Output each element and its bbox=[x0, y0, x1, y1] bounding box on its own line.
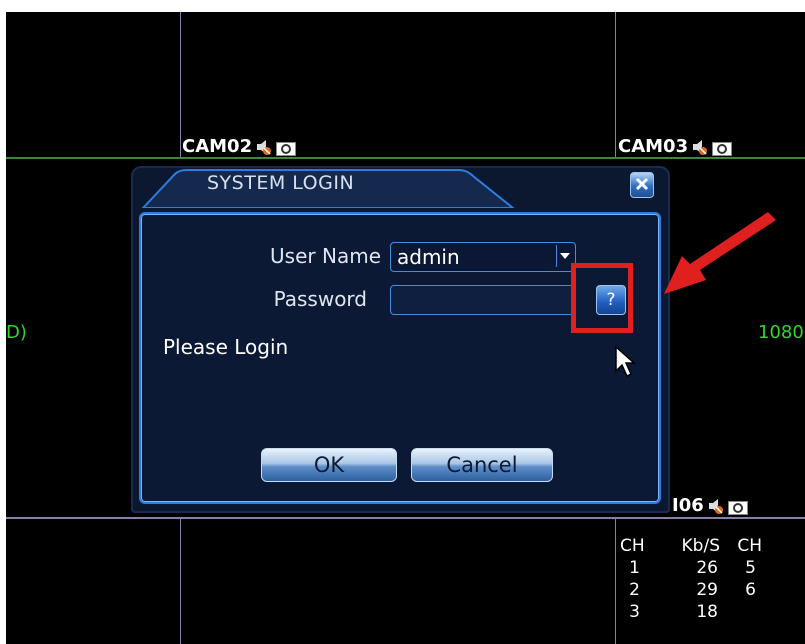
dialog-title: SYSTEM LOGIN bbox=[207, 172, 355, 194]
table-cell: 29 bbox=[696, 580, 718, 600]
table-header: CH bbox=[620, 536, 645, 556]
table-row: 1 26 5 bbox=[620, 558, 762, 580]
table-cell: 5 bbox=[745, 558, 756, 578]
red-arrow-icon bbox=[664, 212, 776, 294]
bitrate-table: CH Kb/S CH 1 26 5 2 29 6 3 18 bbox=[620, 536, 762, 624]
grid-line bbox=[6, 157, 805, 159]
table-header: Kb/S bbox=[681, 536, 720, 556]
grid-line bbox=[180, 12, 181, 158]
table-row: 2 29 6 bbox=[620, 580, 762, 602]
table-header: CH bbox=[737, 536, 762, 556]
cancel-button[interactable]: Cancel bbox=[411, 448, 553, 482]
table-header-row: CH Kb/S CH bbox=[620, 536, 762, 558]
camera-label-cam03: CAM03 bbox=[618, 136, 733, 157]
system-login-dialog: SYSTEM LOGIN User Name admin Password ? … bbox=[131, 166, 670, 513]
speaker-muted-icon bbox=[256, 139, 272, 155]
close-icon bbox=[635, 176, 649, 195]
record-icon bbox=[727, 499, 748, 515]
table-row: 3 18 bbox=[620, 602, 762, 624]
table-cell: 26 bbox=[696, 558, 718, 578]
camera-name: I06 bbox=[672, 495, 704, 516]
dialog-body: User Name admin Password ? Please Login … bbox=[139, 212, 661, 504]
password-label: Password bbox=[273, 287, 367, 311]
speaker-muted-icon bbox=[692, 139, 708, 155]
camera-name: CAM02 bbox=[182, 136, 253, 157]
record-icon bbox=[712, 140, 733, 156]
highlight-box bbox=[571, 263, 633, 333]
camera-label-cam06: I06 bbox=[672, 495, 748, 516]
camera-name: CAM03 bbox=[618, 136, 689, 157]
channel-resolution-right: 1080 bbox=[758, 322, 804, 343]
channel-resolution-left: D) bbox=[6, 322, 27, 343]
table-cell: 3 bbox=[629, 602, 640, 622]
speaker-muted-icon bbox=[708, 498, 724, 514]
table-cell: 18 bbox=[696, 602, 718, 622]
username-value: admin bbox=[397, 245, 460, 269]
table-cell bbox=[718, 602, 756, 624]
ok-button[interactable]: OK bbox=[261, 448, 397, 482]
mouse-cursor-icon bbox=[615, 345, 636, 378]
camera-label-cam02: CAM02 bbox=[182, 136, 297, 157]
table-cell: 1 bbox=[629, 558, 640, 578]
grid-line bbox=[6, 517, 805, 519]
record-icon bbox=[276, 140, 297, 156]
grid-line bbox=[615, 518, 616, 644]
grid-line bbox=[180, 518, 181, 644]
password-input[interactable] bbox=[390, 285, 576, 315]
table-cell: 6 bbox=[745, 580, 756, 600]
status-message: Please Login bbox=[163, 335, 289, 359]
table-cell: 2 bbox=[629, 580, 640, 600]
username-label: User Name bbox=[270, 244, 381, 268]
username-select[interactable]: admin bbox=[390, 242, 576, 272]
grid-line bbox=[615, 12, 616, 158]
close-button[interactable] bbox=[630, 172, 654, 198]
